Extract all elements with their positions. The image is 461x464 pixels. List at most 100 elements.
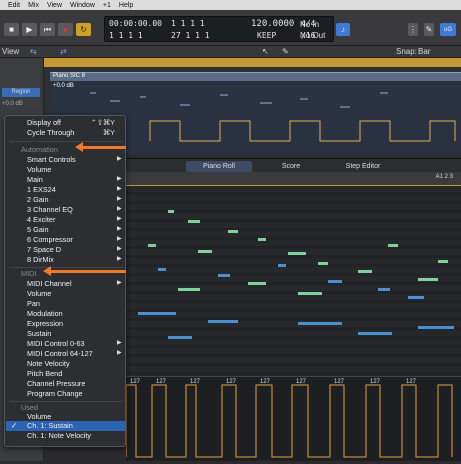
menu-item-compressor[interactable]: 6 Compressor (27, 235, 73, 245)
menu-item-pan[interactable]: Pan (27, 299, 40, 309)
submenu-arrow-icon: ▶ (117, 186, 122, 192)
menu-item-expression[interactable]: Expression (27, 319, 63, 329)
pointer-tool-icon[interactable]: ↖ (262, 47, 269, 56)
menu-view[interactable]: View (47, 2, 62, 9)
lcd-smpte: 1 1 1 1 (171, 19, 205, 28)
control-bar: ■ ▶ ⏮ ● ↻ 00:00:00.00 1 1 1 1 1 1 1 1 27… (0, 10, 461, 46)
user-account-button[interactable]: uG (440, 23, 456, 36)
automation-lane[interactable]: 127 127 127 127 127 127 127 127 127 (125, 376, 461, 462)
menu-item-program-change[interactable]: Program Change (27, 389, 83, 399)
lcd-keep: KEEP (257, 31, 277, 40)
menu-window[interactable]: Window (70, 2, 95, 9)
menu-item-gain[interactable]: 2 Gain (27, 195, 49, 205)
lcd-time: 00:00:00.00 (109, 19, 162, 28)
menu-item-gain-2[interactable]: 5 Gain (27, 225, 49, 235)
tab-score[interactable]: Score (258, 161, 324, 172)
submenu-arrow-icon: ▶ (117, 196, 122, 202)
lane-value-label: 127 (190, 379, 201, 385)
menu-item-ch1-sustain[interactable]: Ch. 1: Sustain (27, 421, 73, 431)
region-label[interactable]: Region (2, 88, 40, 97)
lane-value-label: 127 (334, 379, 345, 385)
lcd-tempo[interactable]: 120.0000 (251, 19, 294, 29)
menu-item-midi-volume[interactable]: Volume (27, 289, 51, 299)
record-button[interactable]: ● (58, 23, 73, 36)
menu-item-note-velocity[interactable]: Note Velocity (27, 359, 70, 369)
view-menu[interactable]: View (2, 47, 19, 56)
menu-item-dirmix[interactable]: 8 DirMix (27, 255, 54, 265)
menu-separator (9, 267, 123, 268)
menu-bar: Edit Mix View Window +1 Help (0, 0, 461, 10)
menu-header-automation: Automation (21, 145, 58, 154)
catch-icon[interactable]: ⇄ (60, 47, 67, 56)
menu-separator (9, 401, 123, 402)
menu-item-pitch-bend[interactable]: Pitch Bend (27, 369, 62, 379)
goto-start-button[interactable]: ⏮ (40, 23, 55, 36)
piano-roll-grid[interactable] (126, 186, 461, 376)
lcd-pos2: 27 1 1 1 (171, 31, 210, 40)
submenu-arrow-icon: ▶ (117, 216, 122, 222)
automation-context-menu: Display off ⌃⇧⌘Y Cycle Through ⌘Y Automa… (4, 115, 126, 447)
submenu-arrow-icon: ▶ (117, 226, 122, 232)
submenu-arrow-icon: ▶ (117, 280, 122, 286)
lane-value-label: 127 (130, 379, 141, 385)
menu-item-smart-controls[interactable]: Smart Controls (27, 155, 76, 165)
menu-item-label: Display off (27, 118, 61, 127)
stop-button[interactable]: ■ (4, 23, 19, 36)
menu-item-channel-pressure[interactable]: Channel Pressure (27, 379, 85, 389)
play-button[interactable]: ▶ (22, 23, 37, 36)
menu-item-main[interactable]: Main (27, 175, 43, 185)
checkmark-icon: ✓ (11, 421, 18, 430)
piano-roll-notes[interactable] (126, 186, 461, 376)
menu-separator (9, 141, 123, 142)
menu-item-cycle-through[interactable]: Cycle Through (27, 128, 74, 138)
menu-item-midi-control-64-127[interactable]: MIDI Control 64-127 (27, 349, 93, 359)
submenu-arrow-icon: ▶ (117, 236, 122, 242)
menu-item-space-d[interactable]: 7 Space D (27, 245, 61, 255)
menu-edit[interactable]: Edit (8, 2, 20, 9)
menu-item-midi-channel[interactable]: MIDI Channel (27, 279, 72, 289)
annotation-arrow-icon (75, 142, 126, 152)
pencil-tool-icon[interactable]: ✎ (282, 47, 289, 56)
snap-select[interactable]: Bar (418, 47, 430, 56)
list-editors-icon[interactable]: ⋮ (408, 23, 418, 36)
menu-item-channel-eq[interactable]: 3 Channel EQ (27, 205, 73, 215)
tab-step-editor[interactable]: Step Editor (330, 161, 396, 172)
lcd-bars: 1 1 1 1 (109, 31, 143, 40)
menu-item-midi-control-0-63[interactable]: MIDI Control 0-63 (27, 339, 85, 349)
arrange-ruler[interactable] (44, 58, 461, 67)
menu-item-display-off[interactable]: Display off (27, 118, 61, 128)
menu-item-modulation[interactable]: Modulation (27, 309, 63, 319)
annotation-arrow-icon (43, 266, 126, 276)
lane-value-label: 127 (156, 379, 167, 385)
cycle-button[interactable]: ↻ (76, 23, 91, 36)
menu-item-ch1-note-velocity[interactable]: Ch. 1: Note Velocity (27, 431, 91, 441)
lane-value-label: 127 (260, 379, 271, 385)
menu-item-exciter[interactable]: 4 Exciter (27, 215, 55, 225)
submenu-arrow-icon: ▶ (117, 246, 122, 252)
lane-value-label: 127 (226, 379, 237, 385)
editor-ruler[interactable]: A1 2 3 (126, 172, 461, 186)
menu-item-volume[interactable]: Volume (27, 165, 51, 175)
shortcut-cycle-through: ⌘Y (102, 128, 115, 137)
editor-region-label: A1 2 3 (435, 174, 453, 180)
menu-mix[interactable]: Mix (28, 2, 39, 9)
region-name: Piano SIC 8 (53, 73, 86, 79)
region-header[interactable]: Piano SIC 8 (50, 72, 461, 81)
menu-header-midi: MIDI (21, 269, 37, 278)
lane-value-label: 127 (370, 379, 381, 385)
menu-item-exs24[interactable]: 1 EXS24 (27, 185, 56, 195)
menu-plus1[interactable]: +1 (103, 2, 111, 9)
menu-item-sustain[interactable]: Sustain (27, 329, 51, 339)
submenu-arrow-icon: ▶ (117, 256, 122, 262)
midi-flex-icon[interactable]: ⇆ (30, 47, 37, 56)
pencil-icon[interactable]: ✎ (424, 23, 434, 36)
sustain-curve[interactable] (125, 377, 461, 462)
tab-piano-roll[interactable]: Piano Roll (186, 161, 252, 172)
lane-value-label: 127 (406, 379, 417, 385)
submenu-arrow-icon: ▶ (117, 340, 122, 346)
shortcut-display-off: ⌃⇧⌘Y (90, 118, 115, 127)
snap-label: Snap: (396, 47, 417, 56)
lane-value-label: 127 (296, 379, 307, 385)
menu-help[interactable]: Help (119, 2, 133, 9)
tuner-icon[interactable]: ♪ (336, 23, 350, 36)
